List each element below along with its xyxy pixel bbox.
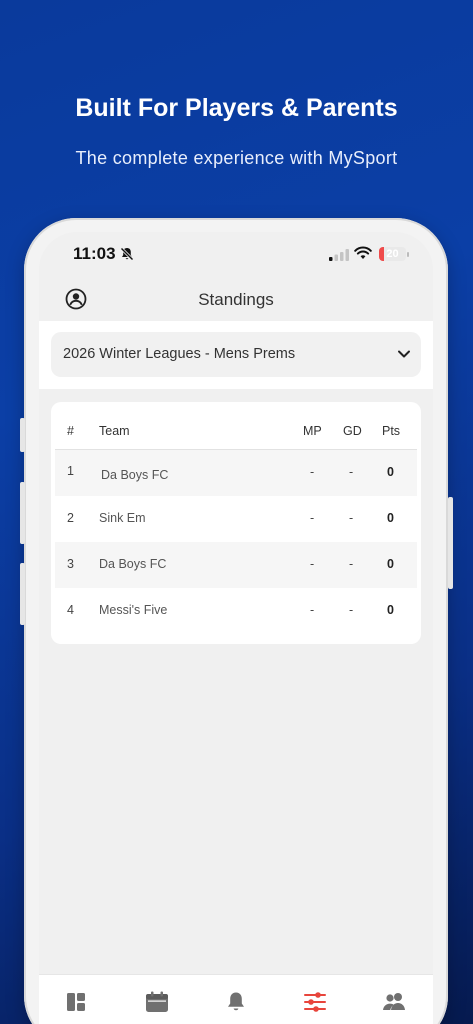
phone-side-button-mute (20, 418, 25, 452)
phone-side-button-volume-down (20, 563, 25, 625)
battery-cap (407, 252, 409, 257)
row-mp: - (310, 603, 315, 617)
row-pts: 0 (387, 557, 394, 571)
table-header: # Team MP GD Pts (55, 412, 417, 450)
row-rank: 4 (67, 603, 74, 617)
bell-icon (228, 992, 244, 1011)
tab-dashboard[interactable] (65, 991, 93, 1019)
row-pts: 0 (387, 603, 394, 617)
row-team: Da Boys FC (101, 468, 169, 482)
header-rank: # (67, 424, 74, 438)
league-selector-value: 2026 Winter Leagues - Mens Prems (63, 346, 296, 362)
league-selector-panel: 2026 Winter Leagues - Mens Prems (39, 321, 433, 389)
row-pts: 0 (387, 511, 394, 525)
table-row[interactable]: 1 Da Boys FC - - 0 (55, 450, 417, 496)
chevron-down-icon (397, 347, 411, 366)
sliders-icon (304, 992, 326, 1012)
tab-standings[interactable] (303, 991, 331, 1019)
header-mp: MP (303, 424, 322, 438)
tab-team[interactable] (381, 991, 409, 1019)
status-time: 11:03 (73, 244, 116, 263)
calendar-icon (146, 991, 168, 1012)
table-row[interactable]: 3 Da Boys FC - - 0 (55, 542, 417, 588)
row-rank: 1 (67, 464, 74, 478)
row-gd: - (349, 511, 354, 525)
header-pts: Pts (382, 424, 401, 438)
header-gd: GD (343, 424, 362, 438)
battery-level: 20 (386, 248, 399, 260)
tab-calendar[interactable] (145, 991, 173, 1019)
hero-subtitle: The complete experience with MySport (75, 148, 398, 168)
standings-table: # Team MP GD Pts 1 Da Boys FC - - 0 2 Si… (51, 402, 421, 644)
row-gd: - (349, 465, 354, 479)
status-bar: 11:03 20 (39, 232, 433, 278)
bell-off-icon (119, 246, 135, 267)
row-mp: - (310, 557, 315, 571)
app-header: Standings (39, 278, 433, 322)
row-gd: - (349, 603, 354, 617)
dashboard-icon (67, 993, 85, 1011)
row-rank: 3 (67, 557, 74, 571)
row-rank: 2 (67, 511, 74, 525)
phone-side-button-power (448, 497, 453, 589)
hero-title: Built For Players & Parents (75, 94, 398, 122)
row-gd: - (349, 557, 354, 571)
row-mp: - (310, 511, 315, 525)
users-icon (383, 993, 405, 1010)
table-row[interactable]: 2 Sink Em - - 0 (55, 496, 417, 542)
row-team: Da Boys FC (99, 557, 167, 571)
battery-icon: 20 (379, 247, 406, 261)
bottom-tab-bar (39, 974, 433, 1024)
phone-side-button-volume-up (20, 482, 25, 544)
header-team: Team (99, 424, 130, 438)
row-pts: 0 (387, 465, 394, 479)
row-team: Sink Em (99, 511, 146, 525)
league-selector[interactable]: 2026 Winter Leagues - Mens Prems (51, 332, 421, 377)
tab-notifications[interactable] (225, 991, 253, 1019)
page-title: Standings (198, 290, 274, 309)
row-team: Messi's Five (99, 603, 168, 617)
cellular-signal-icon (329, 248, 349, 266)
wifi-icon (354, 246, 372, 265)
app-screen: 11:03 20 Standings 2026 Winter Leagues -… (39, 232, 433, 1024)
table-row[interactable]: 4 Messi's Five - - 0 (55, 588, 417, 634)
row-mp: - (310, 465, 315, 479)
